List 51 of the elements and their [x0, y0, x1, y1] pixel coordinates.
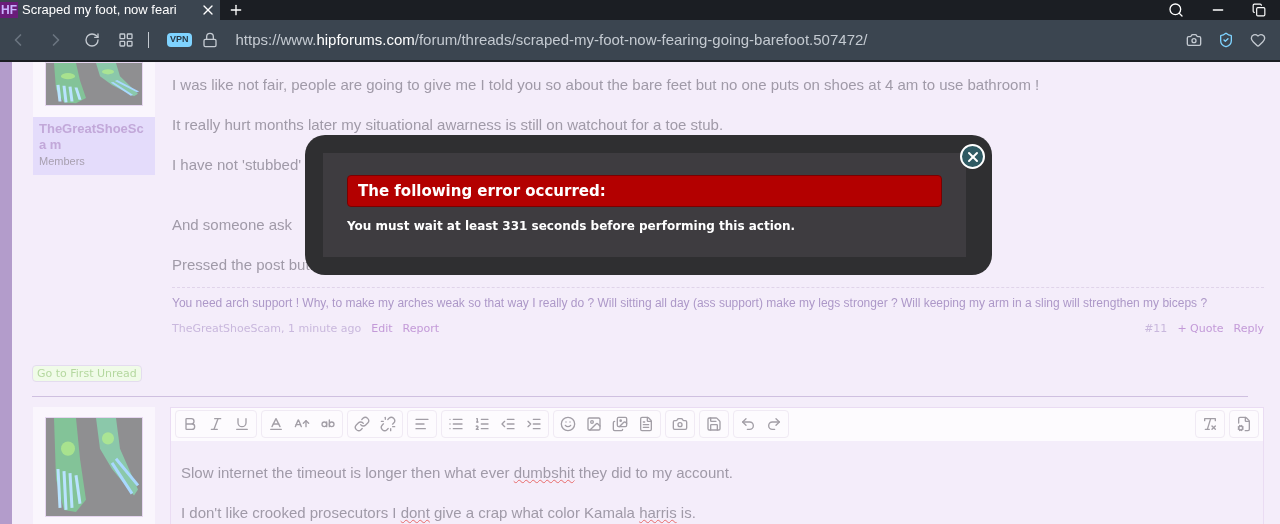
post-link[interactable]: + Quote — [1177, 321, 1224, 338]
site-logo: HF — [0, 2, 18, 18]
post-text: I was like not fair, people are going to give me I told you so about the bare feet but no one puts on shoes at 4 am to use bathroom ! — [172, 75, 1040, 95]
browser-tab[interactable]: HF Scraped my foot, now feari — [0, 0, 220, 20]
post-link[interactable]: Reply — [1233, 321, 1264, 338]
camera-icon[interactable] — [1186, 32, 1202, 48]
document-icon[interactable] — [638, 416, 654, 432]
underline-icon[interactable] — [234, 416, 250, 432]
clear-formatting-icon[interactable] — [1202, 416, 1218, 432]
speed-dial-icon[interactable] — [118, 32, 134, 48]
align-icon[interactable] — [414, 416, 430, 432]
address-field[interactable]: https://www.hipforums.com/forum/threads/scraped-my-foot-now-fearing-going-barefoot.507472/ — [235, 28, 868, 52]
go-to-first-unread-button[interactable]: Go to First Unread — [32, 364, 142, 382]
vpn-badge[interactable]: VPN — [167, 33, 192, 47]
bold-icon[interactable] — [182, 416, 198, 432]
indent-icon[interactable] — [526, 416, 542, 432]
new-tab-icon[interactable] — [228, 2, 244, 18]
restore-icon[interactable] — [1252, 3, 1266, 17]
heart-icon[interactable] — [1250, 32, 1266, 48]
undo-icon[interactable] — [740, 416, 756, 432]
image-icon[interactable] — [586, 416, 602, 432]
reload-icon[interactable] — [84, 32, 100, 48]
bullet-list-icon[interactable] — [448, 416, 464, 432]
smiley-icon[interactable] — [560, 416, 576, 432]
shield-icon[interactable] — [1218, 32, 1234, 48]
outdent-icon[interactable] — [500, 416, 516, 432]
error-title: The following error occurred: — [347, 175, 942, 207]
search-icon[interactable] — [1168, 2, 1184, 18]
post-link[interactable]: Report — [402, 321, 440, 338]
error-message: You must wait at least 331 seconds before performing this action. — [347, 218, 797, 235]
tab-title: Scraped my foot, now feari — [22, 1, 177, 20]
signature-text: You need arch support ! Why, to make my arches weak so that way I really do ? Will sitting all day (ass support) make my legs stronger ? Will keeping my arm in a sling will strengthen my biceps ? — [172, 295, 1209, 312]
user-role: Members — [39, 154, 86, 169]
save-icon[interactable] — [706, 416, 722, 432]
close-button[interactable] — [960, 144, 985, 169]
redo-icon[interactable] — [766, 416, 782, 432]
post-text: I have not 'stubbed' — [172, 155, 302, 175]
camera-icon[interactable] — [672, 416, 688, 432]
post-text: It really hurt months later my situational awarness is still on watchout for a toe stub. — [172, 115, 724, 135]
post-text: And someone ask — [172, 215, 293, 235]
editor-text: Slow internet the timeout is longer then what ever dumbshit they did to my account. — [181, 462, 734, 483]
numbered-list-icon[interactable] — [474, 416, 490, 432]
text-color-icon[interactable] — [268, 416, 284, 432]
unlink-icon[interactable] — [380, 416, 396, 432]
lock-icon — [201, 32, 218, 48]
toggle-bbcode-icon[interactable] — [1236, 416, 1252, 432]
link-icon[interactable] — [354, 416, 370, 432]
italic-icon[interactable] — [208, 416, 224, 432]
post-link[interactable]: Edit — [371, 321, 393, 338]
editor-text: I don't like crooked prosecutors I dont give a crap what color Kamala harris is. — [181, 502, 697, 523]
media-icon[interactable] — [612, 416, 628, 432]
